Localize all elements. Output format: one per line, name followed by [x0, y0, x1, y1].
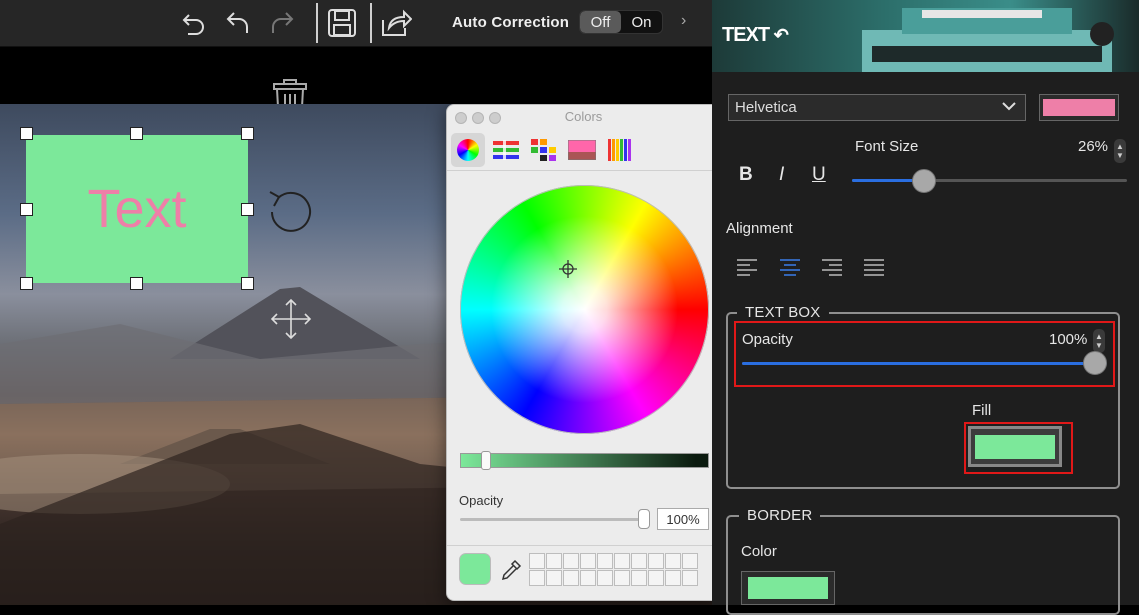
- resize-handle[interactable]: [241, 127, 254, 140]
- bold-button[interactable]: B: [739, 164, 753, 186]
- opacity-label: Opacity: [459, 493, 504, 508]
- resize-handle[interactable]: [20, 203, 33, 216]
- fill-color-well[interactable]: [968, 426, 1062, 467]
- align-center-icon[interactable]: [779, 257, 801, 279]
- color-wheel-icon[interactable]: [451, 133, 485, 167]
- color-sliders-icon[interactable]: [489, 133, 523, 167]
- empty-swatch[interactable]: [546, 570, 562, 586]
- empty-swatch[interactable]: [682, 570, 698, 586]
- opacity-stepper[interactable]: ▲ ▼: [1093, 329, 1105, 353]
- align-left-icon[interactable]: [736, 257, 758, 279]
- brightness-slider[interactable]: [460, 453, 709, 468]
- toggle-on-option[interactable]: On: [621, 11, 662, 33]
- align-right-icon[interactable]: [821, 257, 843, 279]
- banner-image: TEXT ↶: [712, 0, 1139, 72]
- redo-icon[interactable]: [266, 6, 298, 40]
- font-color-well[interactable]: [1039, 94, 1119, 121]
- auto-correction-toggle[interactable]: Off On: [579, 10, 663, 34]
- empty-swatch[interactable]: [580, 570, 596, 586]
- color-picker-tabs: [447, 129, 720, 171]
- fill-color-swatch: [975, 434, 1055, 459]
- image-palettes-icon[interactable]: [565, 133, 599, 167]
- resize-handle[interactable]: [130, 277, 143, 290]
- canvas-text-box[interactable]: Text: [26, 135, 248, 283]
- toolbar-divider: [316, 3, 318, 43]
- empty-swatch[interactable]: [546, 553, 562, 569]
- color-wheel-rim: [460, 185, 709, 434]
- empty-swatch[interactable]: [529, 553, 545, 569]
- underline-button[interactable]: U: [812, 164, 826, 186]
- empty-swatch[interactable]: [529, 570, 545, 586]
- text-box-opacity-knob[interactable]: [1083, 351, 1107, 375]
- toggle-off-option[interactable]: Off: [580, 11, 621, 33]
- empty-swatch[interactable]: [665, 570, 681, 586]
- chevron-down-icon: [1001, 98, 1017, 118]
- pencils-icon[interactable]: [603, 133, 637, 167]
- resize-handle[interactable]: [241, 277, 254, 290]
- empty-swatch[interactable]: [682, 553, 698, 569]
- empty-swatch[interactable]: [648, 553, 664, 569]
- empty-swatch[interactable]: [665, 553, 681, 569]
- resize-handle[interactable]: [20, 127, 33, 140]
- opacity-slider[interactable]: [460, 518, 648, 521]
- font-family-select[interactable]: Helvetica: [728, 94, 1026, 121]
- text-box-opacity-label: Opacity: [742, 331, 793, 348]
- align-justify-icon[interactable]: [863, 257, 885, 279]
- resize-handle[interactable]: [20, 277, 33, 290]
- rotate-icon[interactable]: [266, 186, 316, 241]
- top-toolbar: Auto Correction Off On ›: [0, 0, 712, 47]
- font-family-value: Helvetica: [735, 99, 797, 116]
- font-size-label: Font Size: [855, 138, 919, 155]
- properties-panel: TEXT ↶ Helvetica Font Size 26% ▲ ▼ B I U …: [712, 0, 1139, 615]
- border-color-well[interactable]: [741, 571, 835, 605]
- fill-label: Fill: [972, 402, 992, 419]
- font-size-slider-knob[interactable]: [911, 169, 936, 193]
- empty-swatch[interactable]: [563, 553, 579, 569]
- banner-title: TEXT ↶: [722, 24, 789, 46]
- opacity-value-field[interactable]: 100%: [657, 508, 709, 530]
- opacity-slider-knob[interactable]: [638, 509, 650, 529]
- border-color-label: Color: [741, 543, 777, 560]
- share-icon[interactable]: [380, 6, 412, 40]
- undo-all-icon[interactable]: [222, 6, 254, 40]
- alignment-label: Alignment: [726, 220, 793, 237]
- resize-handle[interactable]: [130, 127, 143, 140]
- color-palettes-icon[interactable]: [527, 133, 561, 167]
- font-size-value: 26%: [1078, 138, 1109, 155]
- text-box-section-title: TEXT BOX: [737, 304, 829, 321]
- color-swatch-grid[interactable]: [529, 553, 698, 586]
- font-color-swatch: [1043, 99, 1115, 116]
- resize-handle[interactable]: [241, 203, 254, 216]
- brightness-slider-knob[interactable]: [481, 451, 491, 470]
- crosshair-icon[interactable]: [559, 260, 577, 283]
- border-section-title: BORDER: [739, 507, 821, 524]
- undo-section-icon: ↶: [773, 25, 789, 45]
- colors-window-title: Colors: [564, 109, 603, 124]
- empty-swatch[interactable]: [580, 553, 596, 569]
- empty-swatch[interactable]: [614, 553, 630, 569]
- chevron-right-icon[interactable]: ›: [681, 12, 686, 30]
- empty-swatch[interactable]: [614, 570, 630, 586]
- undo-icon[interactable]: [178, 6, 210, 40]
- current-color-swatch[interactable]: [459, 553, 491, 585]
- italic-button[interactable]: I: [779, 164, 784, 186]
- auto-correction-label: Auto Correction: [452, 14, 570, 31]
- divider: [447, 545, 720, 546]
- empty-swatch[interactable]: [631, 553, 647, 569]
- save-icon[interactable]: [326, 6, 358, 40]
- toolbar-divider: [370, 3, 372, 43]
- empty-swatch[interactable]: [597, 553, 613, 569]
- text-box-opacity-value: 100%: [1049, 331, 1088, 348]
- eyedropper-icon[interactable]: [500, 559, 522, 581]
- colors-window[interactable]: Colors Opacity 100%: [446, 104, 721, 601]
- empty-swatch[interactable]: [597, 570, 613, 586]
- empty-swatch[interactable]: [631, 570, 647, 586]
- border-color-swatch: [748, 577, 828, 599]
- move-icon[interactable]: [268, 296, 314, 347]
- font-size-stepper[interactable]: ▲ ▼: [1114, 139, 1126, 163]
- canvas-text: Text: [87, 179, 187, 239]
- empty-swatch[interactable]: [648, 570, 664, 586]
- empty-swatch[interactable]: [563, 570, 579, 586]
- text-box-opacity-fill: [742, 362, 1107, 365]
